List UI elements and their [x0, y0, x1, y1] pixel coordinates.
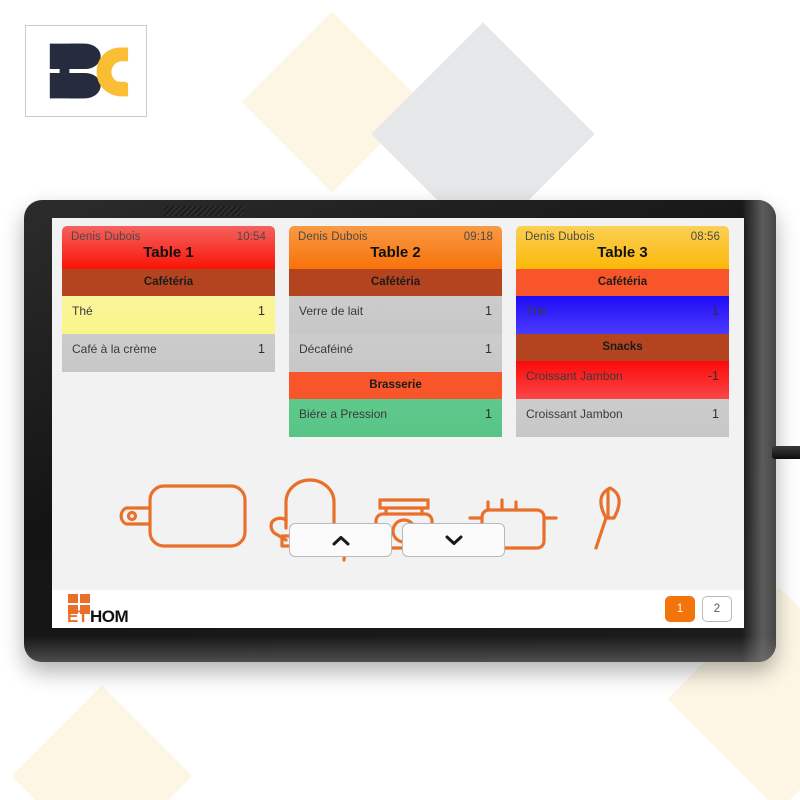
chevron-up-icon	[332, 535, 349, 545]
page-button-2[interactable]: 2	[702, 596, 732, 622]
stylus-nub	[772, 446, 800, 459]
ticket-header: Denis Dubois 08:56 Table 3	[516, 226, 729, 269]
ticket-table-3[interactable]: Denis Dubois 08:56 Table 3 Cafétéria Thé 1 Sna…	[516, 226, 729, 437]
cream-diamond-bottom-left	[11, 685, 193, 800]
order-time: 08:56	[690, 231, 720, 243]
section-header: Cafétéria	[516, 269, 729, 296]
order-item-name: Croissant Jambon	[526, 369, 623, 383]
ticket-header-meta: Denis Dubois 09:18	[298, 231, 493, 243]
scroll-down-button[interactable]	[402, 523, 505, 557]
tablet-screen: Denis Dubois 10:54 Table 1 Cafétéria Thé 1 Caf…	[52, 218, 744, 628]
tablet-bottom-bezel	[24, 636, 776, 662]
section-header: Cafétéria	[62, 269, 275, 296]
order-item-qty: -1	[707, 369, 719, 383]
section-header: Snacks	[516, 334, 729, 361]
bc-logo	[25, 25, 147, 117]
waiter-name: Denis Dubois	[298, 231, 368, 243]
order-item-row[interactable]: Verre de lait 1	[289, 296, 502, 334]
ticket-header-meta: Denis Dubois 10:54	[71, 231, 266, 243]
order-item-row[interactable]: Biére a Pression 1	[289, 399, 502, 437]
screen-footer: ET HOM 12	[52, 590, 744, 628]
ticket-header-meta: Denis Dubois 08:56	[525, 231, 720, 243]
ticket-header: Denis Dubois 09:18 Table 2	[289, 226, 502, 269]
order-item-name: Thé	[72, 304, 93, 318]
waiter-name: Denis Dubois	[71, 231, 141, 243]
order-item-qty: 1	[485, 342, 492, 356]
svg-text:ET: ET	[67, 607, 89, 624]
ethom-logo: ET HOM	[66, 594, 166, 624]
order-item-name: Café à la crème	[72, 342, 157, 356]
ticket-header: Denis Dubois 10:54 Table 1	[62, 226, 275, 269]
order-item-qty: 1	[258, 304, 265, 318]
waiter-name: Denis Dubois	[525, 231, 595, 243]
svg-text:HOM: HOM	[90, 607, 129, 624]
orders-board: Denis Dubois 10:54 Table 1 Cafétéria Thé 1 Caf…	[52, 218, 744, 590]
cream-diamond-top	[241, 11, 423, 193]
order-time: 09:18	[463, 231, 493, 243]
tablet-device: Denis Dubois 10:54 Table 1 Cafétéria Thé 1 Caf…	[24, 200, 800, 662]
order-item-qty: 1	[712, 304, 719, 318]
scroll-up-button[interactable]	[289, 523, 392, 557]
order-item-name: Croissant Jambon	[526, 407, 623, 421]
tablet-right-bezel	[742, 200, 776, 662]
order-item-row[interactable]: Croissant Jambon -1	[516, 361, 729, 399]
table-title: Table 1	[143, 244, 194, 261]
scroll-controls	[289, 523, 505, 557]
page-button-1[interactable]: 1	[665, 596, 695, 622]
screenshot-canvas: Denis Dubois 10:54 Table 1 Cafétéria Thé 1 Caf…	[0, 0, 800, 800]
order-item-row[interactable]: Thé 1	[62, 296, 275, 334]
order-item-qty: 1	[485, 304, 492, 318]
order-item-qty: 1	[712, 407, 719, 421]
order-item-name: Biére a Pression	[299, 407, 388, 421]
order-item-row[interactable]: Thé 1	[516, 296, 729, 334]
pagination: 12	[665, 596, 732, 622]
ticket-table-1[interactable]: Denis Dubois 10:54 Table 1 Cafétéria Thé 1 Caf…	[62, 226, 275, 372]
order-item-row[interactable]: Décaféiné 1	[289, 334, 502, 372]
ticket-table-2[interactable]: Denis Dubois 09:18 Table 2 Cafétéria Verre d…	[289, 226, 502, 437]
order-item-row[interactable]: Croissant Jambon 1	[516, 399, 729, 437]
table-title: Table 2	[370, 244, 421, 261]
table-title: Table 3	[597, 244, 648, 261]
order-item-name: Décaféiné	[299, 342, 354, 356]
order-item-name: Verre de lait	[299, 304, 364, 318]
order-item-name: Thé	[526, 304, 547, 318]
chevron-down-icon	[445, 535, 462, 545]
order-time: 10:54	[236, 231, 266, 243]
camera-strip	[164, 206, 244, 216]
order-item-qty: 1	[258, 342, 265, 356]
section-header: Brasserie	[289, 372, 502, 399]
section-header: Cafétéria	[289, 269, 502, 296]
order-item-row[interactable]: Café à la crème 1	[62, 334, 275, 372]
order-item-qty: 1	[485, 407, 492, 421]
